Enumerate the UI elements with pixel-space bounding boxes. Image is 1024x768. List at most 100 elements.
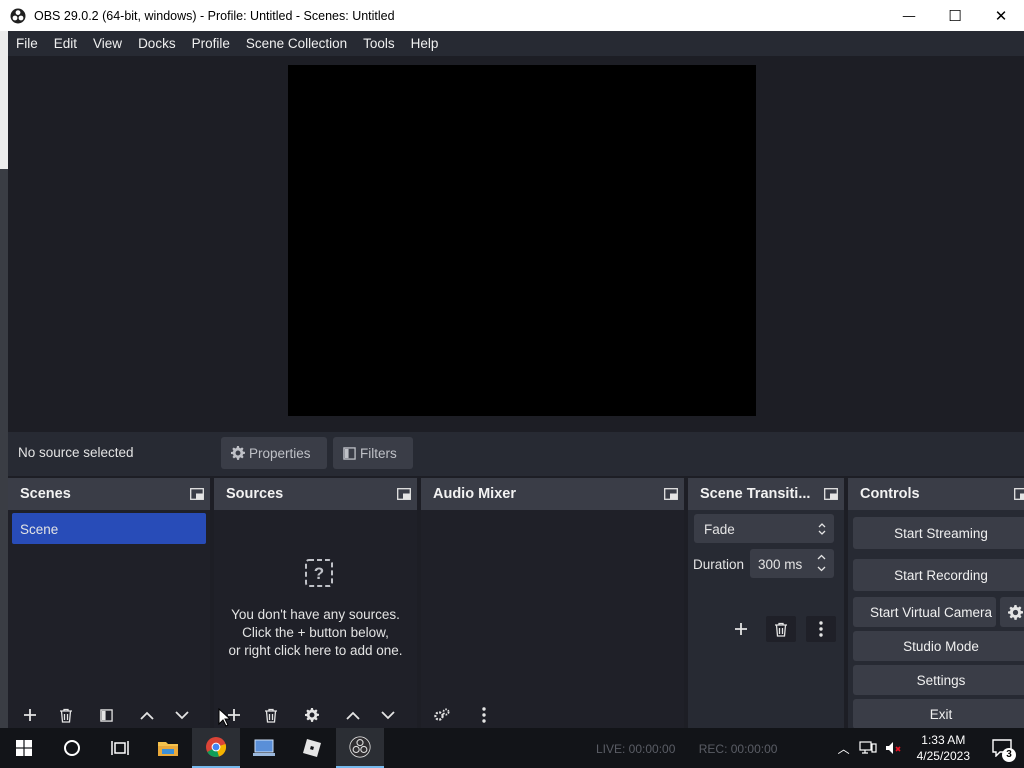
notifications-button[interactable]: 3	[980, 728, 1024, 768]
filters-button[interactable]: Filters	[333, 437, 413, 469]
controls-header: Controls	[848, 478, 1024, 510]
move-source-up-button[interactable]	[338, 702, 368, 728]
more-vertical-icon	[482, 707, 486, 723]
close-button[interactable]: ✕	[978, 0, 1024, 31]
studio-mode-label: Studio Mode	[903, 638, 979, 654]
trash-icon	[775, 622, 787, 637]
transitions-body: Fade Duration 300 ms	[688, 510, 844, 728]
mixer-menu-button[interactable]	[469, 702, 499, 728]
start-streaming-button[interactable]: Start Streaming	[853, 517, 1024, 549]
menu-tools[interactable]: Tools	[355, 36, 403, 51]
updown-icon[interactable]	[817, 553, 826, 573]
menu-scene-collection[interactable]: Scene Collection	[238, 36, 355, 51]
svg-text:?: ?	[314, 564, 324, 583]
start-virtual-camera-button[interactable]: Start Virtual Camera	[853, 597, 996, 627]
empty-line-3: or right click here to add one.	[228, 643, 403, 658]
scene-list-item[interactable]: Scene	[12, 513, 206, 544]
scene-filters-button[interactable]	[91, 702, 121, 728]
sources-dock-header: Sources	[214, 478, 417, 510]
title-bar: OBS 29.0.2 (64-bit, windows) - Profile: …	[0, 0, 1024, 31]
network-icon[interactable]	[859, 741, 877, 755]
menu-help[interactable]: Help	[403, 36, 447, 51]
notification-count: 3	[1002, 748, 1016, 762]
search-button[interactable]	[48, 728, 96, 768]
chrome-taskbar-button[interactable]	[192, 728, 240, 768]
remove-transition-button[interactable]	[766, 616, 796, 642]
transition-select[interactable]: Fade	[694, 514, 834, 543]
source-properties-button[interactable]	[297, 702, 327, 728]
volume-muted-icon[interactable]	[885, 741, 903, 755]
undock-icon[interactable]	[397, 488, 411, 500]
undock-icon[interactable]	[824, 488, 838, 500]
duration-spinbox[interactable]: 300 ms	[750, 549, 834, 578]
obs-icon	[349, 736, 371, 758]
scenes-dock: Scenes Scene	[8, 478, 210, 728]
move-scene-down-button[interactable]	[167, 702, 197, 728]
menu-bar: File Edit View Docks Profile Scene Colle…	[8, 31, 1024, 56]
folder-icon	[158, 742, 178, 756]
audio-mixer-dock: Audio Mixer	[421, 478, 684, 728]
task-view-button[interactable]	[96, 728, 144, 768]
start-streaming-label: Start Streaming	[894, 525, 988, 541]
start-button[interactable]	[0, 728, 48, 768]
source-context-bar: No source selected Properties Filters	[8, 432, 1024, 476]
undock-icon[interactable]	[1014, 488, 1024, 500]
more-vertical-icon	[819, 621, 823, 637]
chevron-up-icon	[346, 711, 360, 720]
menu-edit[interactable]: Edit	[46, 36, 85, 51]
remove-scene-button[interactable]	[51, 702, 81, 728]
roblox-taskbar-button[interactable]	[288, 728, 336, 768]
start-virtual-camera-label: Start Virtual Camera	[869, 604, 992, 620]
clock-date: 4/25/2023	[916, 749, 970, 763]
gear-icon	[1007, 604, 1023, 620]
live-status: LIVE: 00:00:00	[596, 742, 676, 756]
move-scene-up-button[interactable]	[132, 702, 162, 728]
scenes-dock-header: Scenes	[8, 478, 210, 510]
program-preview[interactable]	[288, 65, 756, 416]
chrome-icon	[206, 737, 227, 757]
minimize-button[interactable]: —	[886, 0, 932, 31]
network-app-taskbar-button[interactable]	[240, 728, 288, 768]
minimize-icon: —	[902, 8, 916, 23]
exit-button[interactable]: Exit	[853, 699, 1024, 729]
obs-taskbar-button[interactable]	[336, 728, 384, 768]
menu-profile[interactable]: Profile	[184, 36, 238, 51]
file-explorer-taskbar-button[interactable]	[144, 728, 192, 768]
scene-transitions-dock: Scene Transiti... Fade Duration 300 ms	[688, 478, 844, 728]
settings-button[interactable]: Settings	[853, 665, 1024, 695]
add-scene-button[interactable]	[15, 702, 45, 728]
maximize-button[interactable]: ☐	[932, 0, 978, 31]
undock-icon[interactable]	[664, 488, 678, 500]
advanced-audio-button[interactable]	[427, 702, 457, 728]
menu-docks[interactable]: Docks	[130, 36, 184, 51]
obs-logo-icon	[10, 8, 26, 23]
search-circle-icon	[64, 740, 80, 756]
background-window-strip	[0, 31, 8, 728]
audio-mixer-title: Audio Mixer	[433, 486, 516, 502]
controls-body: Start Streaming Start Recording Start Vi…	[848, 510, 1024, 729]
filter-icon	[343, 446, 356, 460]
trash-icon	[265, 708, 277, 723]
controls-title: Controls	[860, 486, 920, 502]
audio-mixer-header: Audio Mixer	[421, 478, 684, 510]
virtual-camera-settings-button[interactable]	[1000, 597, 1024, 627]
menu-view[interactable]: View	[85, 36, 130, 51]
menu-file[interactable]: File	[8, 36, 46, 51]
gear-icon	[305, 708, 319, 722]
undock-icon[interactable]	[190, 488, 204, 500]
transition-menu-button[interactable]	[806, 616, 836, 642]
remove-source-button[interactable]	[256, 702, 286, 728]
clock[interactable]: 1:33 AM 4/25/2023	[917, 732, 970, 764]
show-hidden-icons-icon[interactable]: ︿	[833, 740, 855, 757]
mixer-toolbar	[421, 702, 684, 728]
transitions-header: Scene Transiti...	[688, 478, 844, 510]
start-recording-button[interactable]: Start Recording	[853, 559, 1024, 591]
add-transition-button[interactable]	[726, 616, 756, 642]
studio-mode-button[interactable]: Studio Mode	[853, 631, 1024, 661]
sources-list[interactable]: ? You don't have any sources. Click the …	[214, 510, 417, 728]
move-source-down-button[interactable]	[373, 702, 403, 728]
scenes-toolbar	[8, 702, 210, 728]
sources-toolbar	[214, 702, 417, 728]
scenes-list[interactable]: Scene	[8, 510, 210, 728]
properties-button[interactable]: Properties	[221, 437, 327, 469]
